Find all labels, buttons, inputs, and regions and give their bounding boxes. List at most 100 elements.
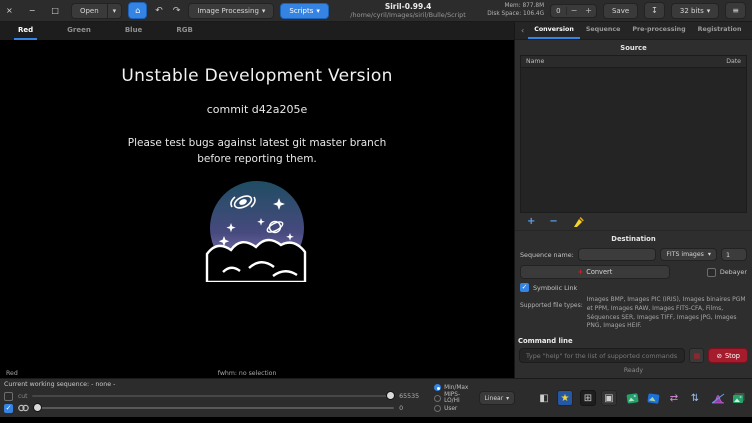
memory-info: Mem: 877.8M Disk Space: 106.4G — [487, 3, 544, 18]
home-button[interactable]: ⌂ — [128, 2, 147, 19]
bit-depth-dropdown[interactable]: 32 bits ▾ — [671, 3, 719, 19]
output-format-value: FITS images — [666, 251, 704, 258]
radio-minmax[interactable]: Min/Max — [434, 384, 469, 391]
chevron-down-icon: ▾ — [316, 7, 320, 15]
single-view-button[interactable]: ▣ — [601, 390, 617, 406]
display-scale-dropdown[interactable]: Linear ▾ — [479, 391, 516, 405]
histogram-button[interactable] — [710, 390, 726, 406]
disk-space: Disk Space: 106.4G — [487, 11, 544, 19]
scripts-menu-button[interactable]: Scripts ▾ — [280, 3, 328, 19]
tab-conversion[interactable]: Conversion — [528, 22, 580, 39]
undo-icon[interactable]: ↶ — [153, 6, 165, 16]
link-levels-checkbox[interactable]: ✓ — [4, 404, 13, 413]
image-canvas[interactable]: Unstable Development Version commit d42a… — [0, 40, 514, 369]
symbolic-link-label: Symbolic Link — [533, 284, 577, 292]
working-sequence-label: Current working sequence: - none - — [4, 380, 425, 390]
stop-button[interactable]: ⊘ Stop — [708, 348, 748, 363]
check-icon: ✓ — [522, 284, 528, 291]
debayer-checkbox[interactable] — [707, 268, 716, 277]
working-directory: /home/cyril/Images/siril/Bulle/Script — [335, 11, 481, 19]
radio-minmax-label: Min/Max — [444, 385, 468, 391]
open-button[interactable]: Open — [71, 3, 107, 19]
cut-checkbox[interactable] — [4, 392, 13, 401]
output-format-dropdown[interactable]: FITS images ▾ — [660, 248, 717, 261]
redo-icon[interactable]: ↷ — [171, 6, 183, 16]
radio-icon — [434, 405, 441, 412]
tab-sequence[interactable]: Sequence — [580, 22, 627, 39]
photo-icon — [626, 393, 639, 404]
splash-message-line1: Please test bugs against latest git mast… — [128, 137, 387, 149]
clear-list-button[interactable] — [572, 216, 584, 228]
hi-level-slider[interactable] — [32, 395, 394, 397]
stop-icon: ⊘ — [716, 352, 722, 360]
close-icon[interactable]: × — [6, 7, 13, 15]
counter-spinbox[interactable]: 0 − + — [550, 4, 597, 18]
photometry-button[interactable]: ★ — [557, 390, 573, 406]
negative-icon: ◧ — [539, 393, 548, 404]
star-icon: ★ — [561, 393, 570, 404]
tab-red[interactable]: Red — [14, 22, 37, 40]
chevron-down-icon: ▾ — [708, 251, 711, 258]
column-date[interactable]: Date — [726, 58, 741, 65]
minimize-icon[interactable]: − — [29, 7, 36, 15]
hamburger-menu-button[interactable]: ≡ — [725, 2, 746, 19]
grid-view-button[interactable]: ⊞ — [580, 390, 596, 406]
mirror-vertical-icon: ⇅ — [691, 393, 699, 404]
maximize-icon[interactable]: □ — [51, 7, 59, 15]
command-history-button[interactable]: ▦ — [689, 348, 704, 363]
image-processing-label: Image Processing — [197, 7, 259, 15]
hi-slider-handle[interactable] — [386, 391, 395, 400]
tab-blue[interactable]: Blue — [121, 22, 146, 40]
decrement-icon[interactable]: − — [567, 6, 582, 15]
photo-icon — [647, 393, 660, 404]
column-name[interactable]: Name — [526, 58, 544, 65]
negative-view-button[interactable]: ◧ — [536, 390, 552, 406]
display-toolbar: Min/Max MIPS-LO/HI User Linear ▾ ◧ — [429, 379, 752, 417]
image-processing-menu-button[interactable]: Image Processing ▾ — [188, 3, 274, 19]
increment-icon[interactable]: + — [581, 6, 596, 15]
source-file-list[interactable]: Name Date — [520, 55, 747, 213]
symbolic-link-checkbox[interactable]: ✓ — [520, 283, 529, 292]
chevron-down-icon: ▾ — [506, 395, 509, 402]
tab-plot[interactable]: Plot — [748, 22, 752, 39]
lo-level-slider[interactable] — [34, 407, 394, 409]
save-as-button[interactable]: ↧ — [644, 2, 665, 19]
pixel-math-button[interactable] — [731, 390, 747, 406]
source-section-title: Source — [515, 40, 752, 55]
lo-level-value: 0 — [399, 405, 425, 412]
convert-button[interactable]: + Convert — [520, 265, 670, 279]
grid-view-icon: ⊞ — [584, 393, 592, 404]
mirror-vertical-button[interactable]: ⇅ — [687, 390, 703, 406]
radio-user[interactable]: User — [434, 405, 469, 412]
display-scale-value: Linear — [485, 395, 504, 402]
radio-icon — [434, 395, 441, 402]
save-button[interactable]: Save — [603, 3, 638, 19]
add-files-button[interactable]: + — [527, 217, 535, 227]
channel-tab-bar: Red Green Blue RGB — [0, 22, 514, 40]
siril-logo — [201, 176, 313, 286]
radio-mips[interactable]: MIPS-LO/HI — [434, 392, 469, 404]
lo-slider-handle[interactable] — [33, 403, 42, 412]
window-title: Siril-0.99.4 — [335, 2, 481, 11]
menu-icon: ≡ — [732, 6, 739, 15]
open-dropdown-button[interactable]: ▾ — [107, 3, 123, 19]
levels-area: Current working sequence: - none - cut 6… — [0, 379, 429, 417]
command-input[interactable] — [519, 348, 685, 363]
export-icon: ↧ — [651, 6, 658, 15]
splash-commit: commit d42a205e — [207, 103, 308, 116]
start-index-input[interactable]: 1 — [721, 248, 747, 261]
image-compare-button[interactable] — [645, 390, 661, 406]
radio-icon — [434, 384, 441, 391]
clouds — [207, 239, 305, 281]
image-list-button[interactable] — [624, 390, 640, 406]
tab-registration[interactable]: Registration — [692, 22, 748, 39]
tab-green[interactable]: Green — [63, 22, 95, 40]
tabs-scroll-left-icon[interactable]: ‹ — [517, 22, 528, 39]
mirror-horizontal-button[interactable]: ⇄ — [666, 390, 682, 406]
sequence-name-input[interactable] — [578, 248, 656, 261]
source-list-body[interactable] — [521, 68, 746, 212]
cut-label: cut — [18, 393, 27, 400]
remove-files-button[interactable]: − — [549, 217, 557, 227]
tab-rgb[interactable]: RGB — [172, 22, 196, 40]
tab-preprocessing[interactable]: Pre-processing — [626, 22, 691, 39]
